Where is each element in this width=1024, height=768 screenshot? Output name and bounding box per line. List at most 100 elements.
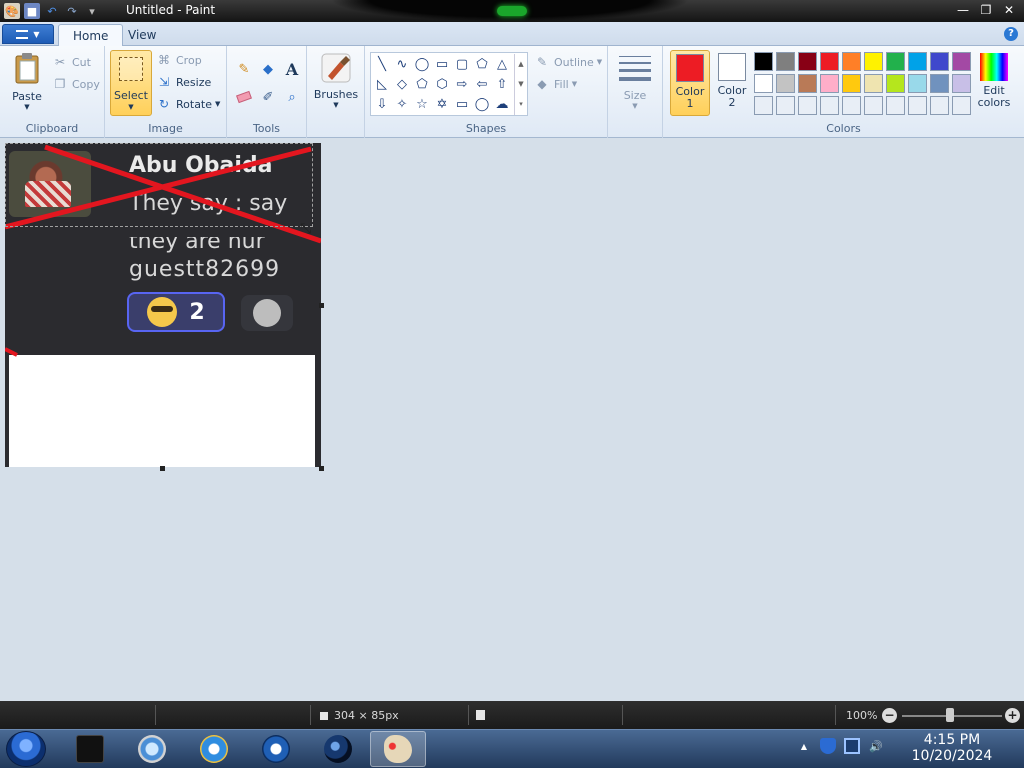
color2-button[interactable]: Color 2	[712, 50, 752, 116]
palette-swatch[interactable]	[842, 96, 861, 115]
canvas-resize-handle-bottom[interactable]	[160, 466, 165, 471]
paint-app-icon[interactable]: 🎨	[4, 3, 20, 19]
paint-menu-button[interactable]: ▼	[2, 24, 54, 44]
system-clock[interactable]: 4:15 PM 10/20/2024	[890, 732, 1014, 764]
triangle-shape-icon[interactable]: △	[492, 54, 512, 74]
oval-shape-icon[interactable]: ◯	[412, 54, 432, 74]
shapes-expand-icon[interactable]: ▾	[514, 94, 527, 115]
network-icon[interactable]	[844, 738, 860, 754]
volume-icon[interactable]: 🔊	[868, 738, 884, 754]
palette-swatch[interactable]	[908, 96, 927, 115]
palette-swatch[interactable]	[820, 52, 839, 71]
six-point-star-shape-icon[interactable]: ✡	[432, 94, 452, 114]
fill-bucket-icon[interactable]: ◆	[257, 58, 279, 80]
five-point-star-shape-icon[interactable]: ☆	[412, 94, 432, 114]
palette-swatch[interactable]	[886, 74, 905, 93]
palette-swatch[interactable]	[886, 96, 905, 115]
palette-swatch[interactable]	[930, 96, 949, 115]
cut-button[interactable]: ✂ Cut	[52, 52, 91, 72]
paste-button[interactable]: Paste ▼	[6, 50, 48, 111]
cloud-callout-shape-icon[interactable]: ☁	[492, 94, 512, 114]
minimize-button[interactable]: —	[952, 2, 974, 19]
redo-icon[interactable]: ↷	[64, 3, 80, 19]
start-button[interactable]	[6, 731, 46, 767]
taskbar-item-media-player[interactable]	[248, 731, 304, 767]
up-arrow-shape-icon[interactable]: ⇧	[492, 74, 512, 94]
palette-swatch[interactable]	[754, 96, 773, 115]
selection-rectangle[interactable]	[5, 143, 313, 227]
palette-swatch[interactable]	[776, 74, 795, 93]
select-button[interactable]: Select ▼	[110, 50, 152, 116]
diamond-shape-icon[interactable]: ◇	[392, 74, 412, 94]
palette-swatch[interactable]	[798, 52, 817, 71]
taskbar-item-media-center[interactable]	[62, 731, 118, 767]
four-point-star-shape-icon[interactable]: ✧	[392, 94, 412, 114]
palette-swatch[interactable]	[864, 52, 883, 71]
palette-swatch[interactable]	[798, 96, 817, 115]
security-shield-icon[interactable]	[820, 738, 836, 754]
outline-button[interactable]: ✎ Outline ▼	[534, 52, 602, 72]
palette-swatch[interactable]	[842, 74, 861, 93]
rounded-rectangle-shape-icon[interactable]: ▢	[452, 54, 472, 74]
palette-swatch[interactable]	[930, 74, 949, 93]
show-hidden-icons-arrow[interactable]: ▲	[796, 738, 812, 754]
magnifier-icon[interactable]: ⌕	[281, 86, 303, 108]
canvas-resize-handle-right[interactable]	[319, 303, 324, 308]
hexagon-shape-icon[interactable]: ⬡	[432, 74, 452, 94]
palette-swatch[interactable]	[820, 96, 839, 115]
tab-view[interactable]: View	[114, 24, 170, 46]
color1-button[interactable]: Color 1	[670, 50, 710, 116]
palette-swatch[interactable]	[952, 74, 971, 93]
palette-swatch[interactable]	[908, 74, 927, 93]
line-shape-icon[interactable]: ╲	[372, 54, 392, 74]
palette-swatch[interactable]	[776, 96, 795, 115]
palette-swatch[interactable]	[820, 74, 839, 93]
palette-swatch[interactable]	[776, 52, 795, 71]
eraser-icon[interactable]	[233, 86, 255, 108]
rectangle-shape-icon[interactable]: ▭	[432, 54, 452, 74]
maximize-button[interactable]: ❐	[975, 2, 997, 19]
palette-swatch[interactable]	[886, 52, 905, 71]
brushes-button[interactable]: Brushes ▼	[313, 50, 359, 109]
right-triangle-shape-icon[interactable]: ◺	[372, 74, 392, 94]
customize-quick-access-icon[interactable]: ▾	[84, 3, 100, 19]
taskbar-item-photo-viewer[interactable]	[124, 731, 180, 767]
taskbar-item-globe-app[interactable]	[310, 731, 366, 767]
palette-swatch[interactable]	[952, 96, 971, 115]
palette-swatch[interactable]	[930, 52, 949, 71]
close-button[interactable]: ✕	[998, 2, 1020, 19]
palette-swatch[interactable]	[754, 52, 773, 71]
taskbar-item-internet-explorer[interactable]	[186, 731, 242, 767]
taskbar-item-paint[interactable]	[370, 731, 426, 767]
polygon-shape-icon[interactable]: ⬠	[472, 54, 492, 74]
left-arrow-shape-icon[interactable]: ⇦	[472, 74, 492, 94]
down-arrow-shape-icon[interactable]: ⇩	[372, 94, 392, 114]
pentagon-shape-icon[interactable]: ⬠	[412, 74, 432, 94]
pencil-icon[interactable]: ✎	[233, 58, 255, 80]
text-tool-icon[interactable]: A	[281, 58, 303, 80]
rotate-button[interactable]: ↻ Rotate ▼	[156, 94, 220, 114]
palette-swatch[interactable]	[842, 52, 861, 71]
canvas-resize-handle-corner[interactable]	[319, 466, 324, 471]
canvas-workspace[interactable]: Abu Obaida They say : say they are hur g…	[0, 139, 1024, 701]
shapes-scroll-up-icon[interactable]: ▲	[514, 54, 527, 74]
rounded-callout-shape-icon[interactable]: ▭	[452, 94, 472, 114]
zoom-out-button[interactable]: −	[882, 708, 897, 723]
resize-button[interactable]: ⇲ Resize	[156, 72, 211, 92]
crop-button[interactable]: ⌘ Crop	[156, 50, 202, 70]
help-icon[interactable]: ?	[1004, 27, 1018, 41]
shapes-scroll-down-icon[interactable]: ▼	[514, 74, 527, 94]
palette-swatch[interactable]	[952, 52, 971, 71]
fill-button[interactable]: ◆ Fill ▼	[534, 74, 577, 94]
color-picker-icon[interactable]: ✐	[257, 86, 279, 108]
palette-swatch[interactable]	[864, 96, 883, 115]
edit-colors-button[interactable]: Edit colors	[974, 50, 1014, 116]
zoom-slider-thumb[interactable]	[946, 708, 954, 722]
copy-button[interactable]: ❐ Copy	[52, 74, 100, 94]
palette-swatch[interactable]	[864, 74, 883, 93]
oval-callout-shape-icon[interactable]: ◯	[472, 94, 492, 114]
palette-swatch[interactable]	[908, 52, 927, 71]
palette-swatch[interactable]	[754, 74, 773, 93]
right-arrow-shape-icon[interactable]: ⇨	[452, 74, 472, 94]
undo-icon[interactable]: ↶	[44, 3, 60, 19]
